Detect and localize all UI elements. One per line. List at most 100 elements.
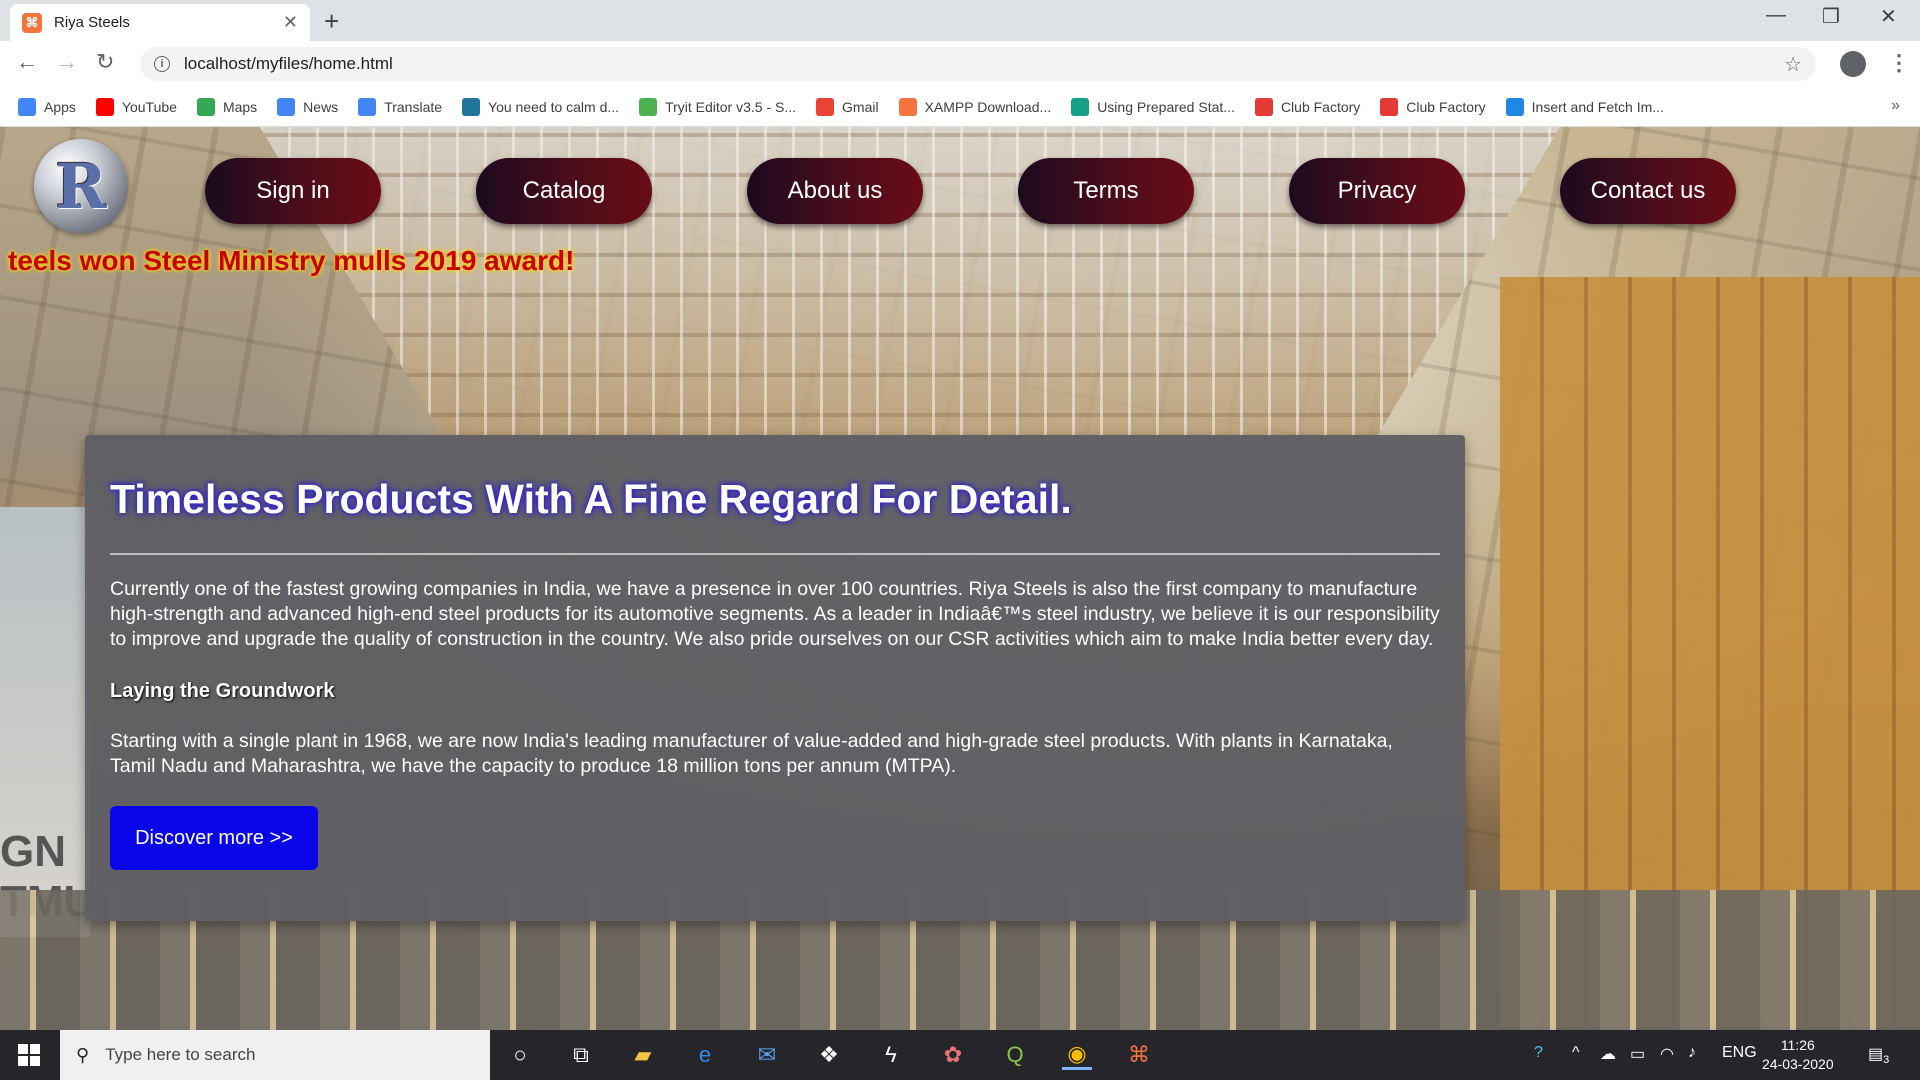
xampp-icon: ⌘	[22, 12, 42, 33]
clubfactory-icon	[1380, 97, 1399, 116]
sublime-icon[interactable]: ϟ	[876, 1040, 906, 1070]
bookmark-label: Club Factory	[1280, 98, 1361, 115]
wordpress-icon	[462, 97, 481, 116]
bookmark-item[interactable]: Apps	[18, 97, 76, 116]
bookmark-label: YouTube	[121, 98, 177, 115]
minimize-icon[interactable]: —	[1766, 4, 1786, 27]
xampp-icon	[898, 97, 917, 116]
bookmark-item[interactable]: Translate	[358, 97, 443, 116]
intro-paragraph: Currently one of the fastest growing com…	[110, 578, 1440, 650]
bookmark-label: XAMPP Download...	[924, 98, 1052, 115]
bookmark-label: You need to calm d...	[488, 98, 620, 115]
battery-icon[interactable]: ▭	[1630, 1044, 1645, 1064]
bookmark-item[interactable]: Club Factory	[1254, 97, 1361, 116]
w-icon	[1505, 97, 1524, 116]
maps-icon	[196, 97, 215, 116]
clock-date: 24-03-2020	[1762, 1056, 1834, 1072]
bookmarks-overflow-icon[interactable]: »	[1891, 97, 1900, 115]
apps-grid-icon	[18, 97, 36, 116]
nav-terms-button[interactable]: Terms	[1018, 158, 1194, 224]
edge-icon[interactable]: e	[690, 1040, 720, 1070]
shield-icon	[1071, 97, 1090, 116]
chrome-icon[interactable]: ◉	[1062, 1040, 1092, 1070]
tab-title: Riya Steels	[54, 14, 130, 31]
browser-toolbar: ← → ↻ i localhost/myfiles/home.html ☆ ⋮	[0, 41, 1920, 87]
language-indicator[interactable]: ENG	[1722, 1044, 1757, 1062]
section-subheading: Laying the Groundwork	[110, 680, 335, 702]
back-icon[interactable]: ←	[16, 49, 38, 75]
bookmark-label: Translate	[384, 98, 443, 115]
address-bar[interactable]: i localhost/myfiles/home.html ☆	[140, 47, 1816, 81]
qgis-icon[interactable]: Q	[1000, 1040, 1030, 1070]
logo-letter: R	[55, 149, 107, 223]
bookmark-label: Club Factory	[1406, 98, 1486, 115]
nav-contact-us-button[interactable]: Contact us	[1560, 158, 1736, 224]
reload-icon[interactable]: ↻	[96, 49, 114, 75]
restore-icon[interactable]: ❐	[1822, 4, 1840, 29]
bookmark-item[interactable]: YouTube	[95, 97, 177, 116]
bookmarks-bar: Apps YouTube Maps News Translate You need to …	[0, 87, 1920, 127]
bookmark-item[interactable]: News	[277, 97, 338, 116]
url-text[interactable]: localhost/myfiles/home.html	[184, 54, 1784, 74]
new-tab-button[interactable]: +	[324, 6, 339, 37]
onedrive-icon[interactable]: ☁	[1600, 1044, 1616, 1064]
bookmark-item[interactable]: XAMPP Download...	[898, 97, 1052, 116]
bookmark-label: Apps	[44, 98, 76, 115]
panel-heading: Timeless Products With A Fine Regard For…	[110, 476, 1072, 522]
notification-center-icon[interactable]: ▤3	[1868, 1044, 1889, 1066]
nav-catalog-button[interactable]: Catalog	[476, 158, 652, 224]
bookmark-label: Tryit Editor v3.5 - S...	[665, 98, 797, 115]
translate-icon	[358, 97, 377, 116]
tab-strip: ⌘ Riya Steels ✕ + — ❐ ✕	[0, 0, 1920, 41]
discover-more-button[interactable]: Discover more >>	[110, 806, 318, 870]
forward-icon[interactable]: →	[56, 49, 78, 75]
clock[interactable]: 11:26 24-03-2020	[1762, 1036, 1834, 1074]
bookmark-item[interactable]: Club Factory	[1380, 97, 1486, 116]
bookmark-item[interactable]: Gmail	[816, 97, 879, 116]
notification-count: 3	[1883, 1054, 1890, 1067]
clubfactory-icon	[1254, 97, 1273, 116]
cortana-icon[interactable]: ○	[505, 1040, 535, 1070]
windows-start-icon[interactable]	[18, 1044, 40, 1066]
file-explorer-icon[interactable]: ▰	[628, 1040, 658, 1070]
bookmark-item[interactable]: Insert and Fetch Im...	[1505, 97, 1664, 116]
search-icon: ⚲	[76, 1044, 90, 1065]
nav-sign-in-button[interactable]: Sign in	[205, 158, 381, 224]
wifi-icon[interactable]: ◠	[1660, 1044, 1674, 1064]
taskbar: ⚲ Type here to search ○ ⧉ ▰ e ✉ ❖ ϟ ✿ Q …	[0, 1030, 1920, 1080]
task-view-icon[interactable]: ⧉	[566, 1040, 596, 1070]
dropbox-icon[interactable]: ❖	[814, 1040, 844, 1070]
xampp-taskbar-icon[interactable]: ⌘	[1124, 1040, 1154, 1070]
bookmark-label: Insert and Fetch Im...	[1531, 98, 1664, 115]
profile-avatar-icon[interactable]	[1840, 51, 1866, 77]
bookmark-item[interactable]: Using Prepared Stat...	[1071, 97, 1235, 116]
browser-tab[interactable]: ⌘ Riya Steels ✕	[10, 4, 310, 41]
menu-icon[interactable]: ⋮	[1888, 50, 1910, 76]
youtube-icon	[95, 97, 114, 116]
intro-panel: Timeless Products With A Fine Regard For…	[85, 435, 1465, 921]
w3schools-icon	[639, 97, 658, 116]
award-marquee: teels won Steel Ministry mulls 2019 awar…	[8, 245, 575, 276]
bookmark-label: Using Prepared Stat...	[1097, 98, 1235, 115]
nav-about-us-button[interactable]: About us	[747, 158, 923, 224]
bookmark-star-icon[interactable]: ☆	[1784, 52, 1802, 77]
mail-icon[interactable]: ✉	[752, 1040, 782, 1070]
page-viewport: GN TMU R Sign in Catalog About us Terms …	[0, 127, 1920, 1030]
show-hidden-icons-chevron-icon[interactable]: ^	[1572, 1044, 1580, 1062]
bookmark-item[interactable]: Tryit Editor v3.5 - S...	[639, 97, 797, 116]
taskbar-search-placeholder[interactable]: Type here to search	[105, 1045, 255, 1065]
close-window-icon[interactable]: ✕	[1880, 4, 1897, 29]
nav-privacy-button[interactable]: Privacy	[1289, 158, 1465, 224]
news-icon	[277, 97, 296, 116]
volume-icon[interactable]: ♪	[1688, 1044, 1696, 1062]
close-tab-icon[interactable]: ✕	[283, 12, 298, 33]
clock-time: 11:26	[1780, 1037, 1815, 1053]
bookmark-item[interactable]: You need to calm d...	[462, 97, 620, 116]
bookmark-label: Maps	[222, 98, 258, 115]
paint-icon[interactable]: ✿	[938, 1040, 968, 1070]
bookmark-item[interactable]: Maps	[196, 97, 258, 116]
site-logo[interactable]: R	[34, 139, 128, 233]
info-icon[interactable]: i	[154, 56, 170, 72]
taskbar-search[interactable]: ⚲ Type here to search	[60, 1030, 490, 1080]
help-icon[interactable]: ?	[1534, 1044, 1543, 1062]
